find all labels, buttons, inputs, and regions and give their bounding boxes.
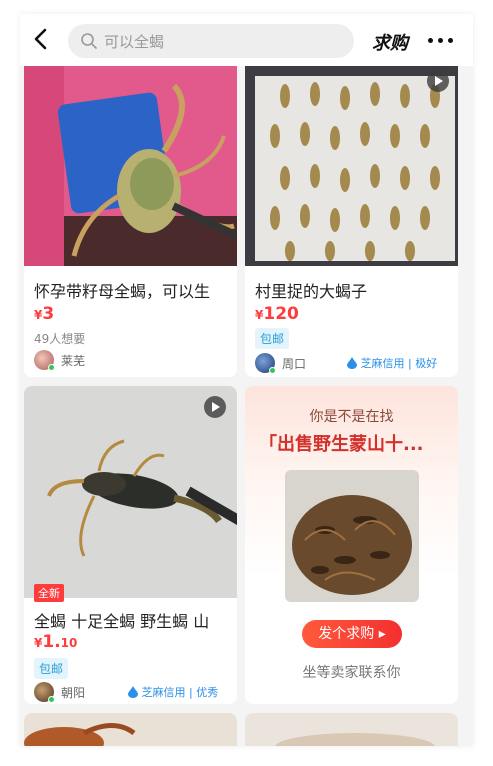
product-image — [24, 66, 237, 266]
seller-info[interactable]: 朝阳 芝麻信用 | 优秀 — [34, 682, 230, 703]
promo-image — [285, 470, 419, 602]
seller-location: 朝阳 — [61, 686, 86, 700]
sesame-credit-icon — [347, 357, 357, 369]
search-input[interactable]: 可以全蝎 — [68, 24, 354, 58]
product-image — [245, 66, 458, 266]
wanted-post-promo[interactable]: 你是不是在找 「出售野生蒙山十... 发个求购 ▸ 坐等卖家联系你 — [245, 386, 458, 704]
online-dot — [48, 364, 55, 371]
wants-count: 49人想要 — [34, 332, 86, 346]
qiugou-button[interactable]: 求购 — [372, 29, 408, 55]
product-title: 村里捉的大蝎子 — [255, 282, 368, 301]
top-bar: 可以全蝎 求购 — [20, 14, 473, 66]
more-options-icon[interactable] — [428, 38, 454, 44]
product-title: 全蝎 十足全蝎 野生蝎 山 — [34, 612, 210, 631]
product-card[interactable]: 村里捉的大蝎子 ¥120 包邮 周口 芝麻信用 | 极好 — [245, 66, 458, 377]
product-card[interactable] — [24, 713, 237, 746]
credit-rating: 芝麻信用 | 优秀 — [128, 684, 218, 700]
video-play-icon[interactable] — [204, 396, 226, 418]
free-shipping-tag: 包邮 — [255, 328, 290, 349]
promo-subtext: 坐等卖家联系你 — [302, 665, 401, 681]
product-card[interactable]: 全新 全蝎 十足全蝎 野生蝎 山 ¥1.10 包邮 朝阳 芝麻信用 | 优秀 — [24, 386, 237, 704]
back-arrow-icon[interactable] — [30, 27, 54, 51]
product-image — [24, 713, 237, 746]
product-card[interactable] — [245, 713, 458, 746]
video-play-icon[interactable] — [427, 70, 449, 92]
phone-screen: 可以全蝎 求购 怀孕带籽母全蝎，可以生 ¥3 49人想要 莱芜 村里捉的大蝎子 … — [20, 14, 473, 746]
sesame-credit-icon — [128, 686, 138, 698]
credit-rating: 芝麻信用 | 极好 — [347, 355, 437, 371]
product-image — [245, 713, 458, 746]
online-dot — [269, 367, 276, 374]
seller-location: 莱芜 — [61, 354, 86, 368]
product-card[interactable]: 怀孕带籽母全蝎，可以生 ¥3 49人想要 莱芜 — [24, 66, 237, 377]
promo-keyword: 「出售野生蒙山十... — [259, 434, 424, 455]
free-shipping-tag: 包邮 — [34, 658, 69, 679]
product-price: ¥3 — [34, 304, 55, 324]
seller-location: 周口 — [282, 357, 307, 371]
seller-info[interactable]: 莱芜 — [34, 350, 224, 371]
product-title: 怀孕带籽母全蝎，可以生 — [34, 282, 211, 301]
seller-info[interactable]: 周口 芝麻信用 | 极好 — [255, 353, 451, 374]
product-price: ¥1.10 — [34, 632, 78, 652]
post-wanted-button[interactable]: 发个求购 ▸ — [302, 620, 402, 648]
product-price: ¥120 — [255, 304, 299, 324]
new-condition-badge: 全新 — [34, 584, 64, 602]
product-image — [24, 386, 237, 598]
search-placeholder: 可以全蝎 — [104, 33, 165, 51]
promo-question: 你是不是在找 — [309, 409, 394, 425]
search-icon — [81, 33, 97, 49]
online-dot — [48, 696, 55, 703]
